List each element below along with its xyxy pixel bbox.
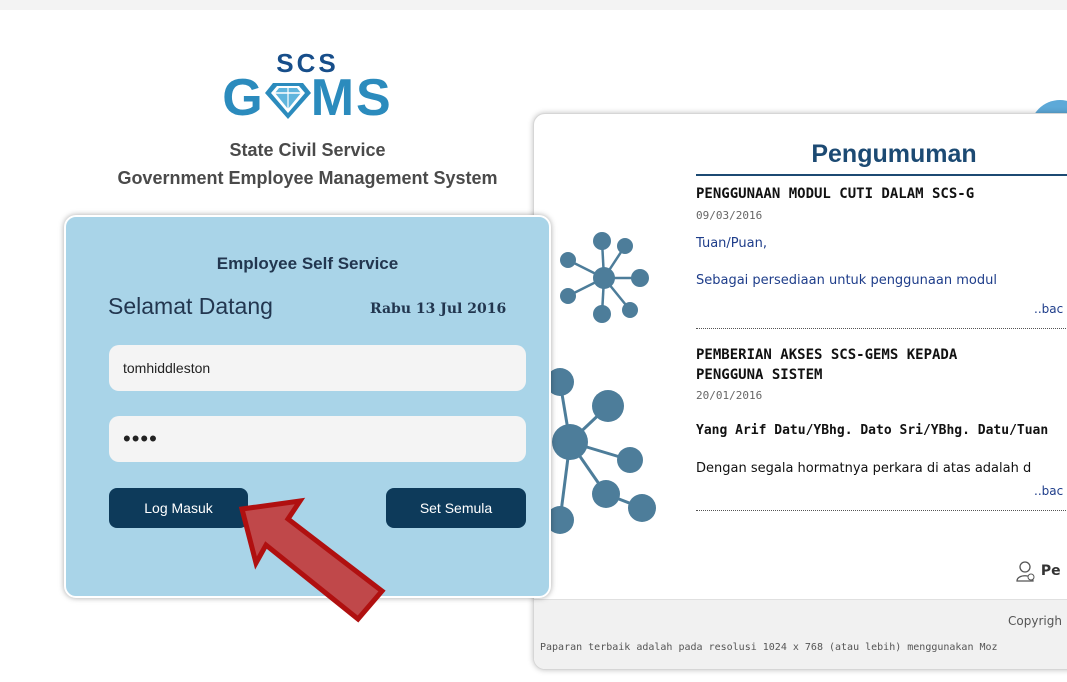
- header-line-1: State Civil Service: [229, 140, 386, 160]
- copyright-text: Copyrigh: [1008, 614, 1062, 628]
- announcement-2-title-line2[interactable]: PENGGUNA SISTEM: [696, 365, 822, 385]
- announcement-1-read-more[interactable]: ..bac: [1034, 302, 1063, 316]
- announcement-divider: [696, 328, 1067, 329]
- logo-letter-g: G: [222, 69, 265, 127]
- diamond-icon: [264, 79, 311, 124]
- username-input[interactable]: [109, 345, 526, 391]
- announcement-footer: Copyrigh Paparan terbaik adalah pada res…: [534, 599, 1067, 669]
- announcement-divider: [696, 510, 1067, 511]
- announcement-2-greeting: Yang Arif Datu/YBhg. Dato Sri/YBhg. Datu…: [696, 423, 1049, 438]
- announcement-2-date: 20/01/2016: [696, 389, 763, 402]
- logo-gems-text: G MS: [0, 72, 615, 124]
- header-line-2: Government Employee Management System: [117, 168, 498, 188]
- current-date: Rabu 13 Jul 2016: [370, 301, 507, 317]
- logo-letters-ms: MS: [310, 69, 393, 127]
- network-graphic-small: [540, 228, 660, 332]
- scs-gems-logo: SCS G MS: [0, 50, 615, 124]
- announcement-1-title[interactable]: PENGGUNAAN MODUL CUTI DALAM SCS-G: [696, 184, 974, 204]
- announcement-1-date: 09/03/2016: [696, 209, 763, 222]
- login-button[interactable]: Log Masuk: [109, 488, 248, 528]
- announcement-1-body: Sebagai persediaan untuk penggunaan modu…: [696, 273, 997, 288]
- resolution-note: Paparan terbaik adalah pada resolusi 102…: [540, 642, 998, 653]
- red-arrow-icon: [230, 495, 390, 629]
- network-graphic-large: [540, 360, 670, 544]
- login-panel-title: Employee Self Service: [216, 254, 399, 273]
- password-input[interactable]: [109, 416, 526, 462]
- announcement-2-title-line1[interactable]: PEMBERIAN AKSES SCS-GEMS KEPADA: [696, 345, 957, 365]
- user-icon: [1016, 561, 1036, 582]
- welcome-text: Selamat Datang: [108, 293, 273, 319]
- user-link[interactable]: Pe: [1016, 560, 1061, 582]
- user-link-label: Pe: [1040, 563, 1061, 579]
- logo-scs-text: SCS: [276, 48, 339, 78]
- announcement-title: Pengumuman: [811, 140, 977, 168]
- announcement-title-rule: [696, 174, 1067, 176]
- announcement-1-greeting: Tuan/Puan,: [696, 236, 767, 251]
- reset-button[interactable]: Set Semula: [386, 488, 526, 528]
- announcement-2-body: Dengan segala hormatnya perkara di atas …: [696, 461, 1032, 476]
- announcement-2-read-more[interactable]: ..bac: [1034, 484, 1063, 498]
